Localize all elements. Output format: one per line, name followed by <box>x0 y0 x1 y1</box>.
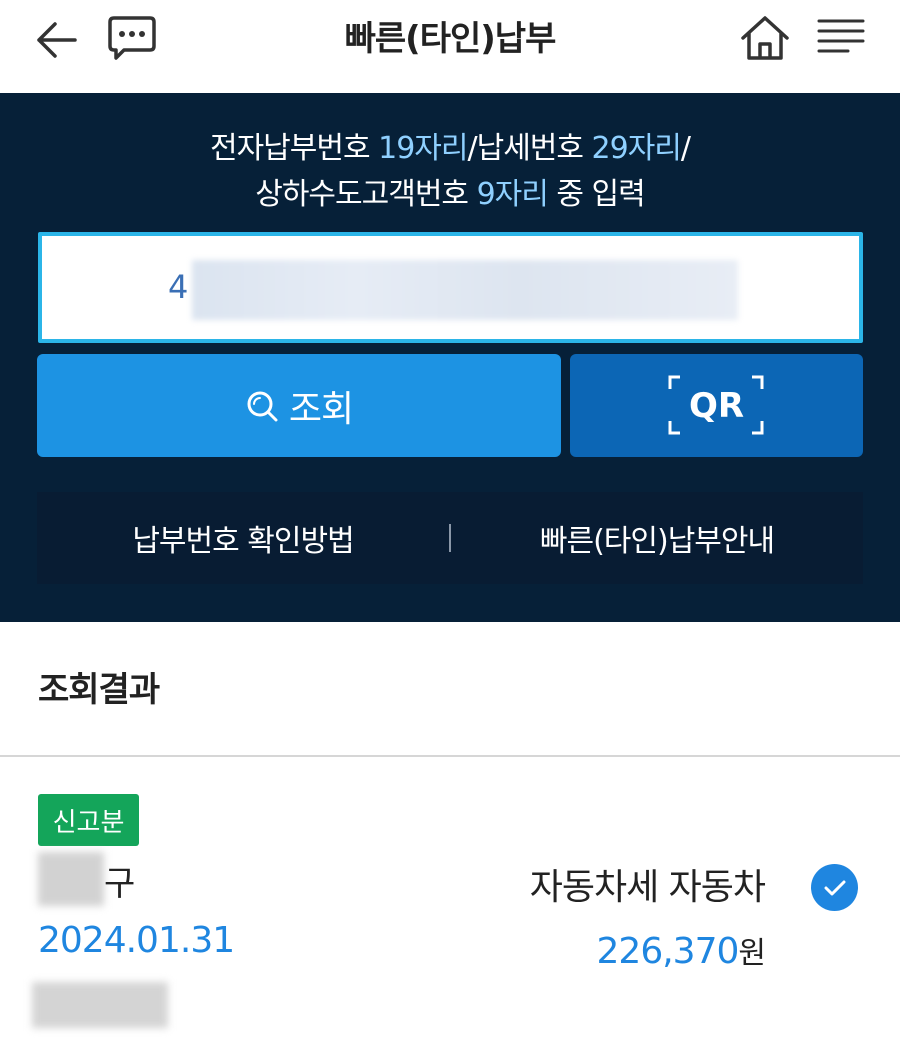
chat-bubble-icon[interactable] <box>104 14 158 62</box>
input-guide-text: 전자납부번호 19자리/납세번호 29자리/ 상하수도고객번호 9자리 중 입력 <box>0 126 900 218</box>
back-arrow-icon[interactable] <box>30 18 80 62</box>
payment-number-input[interactable]: 4 <box>38 232 863 343</box>
quick-pay-guide-link[interactable]: 빠른(타인)납부안내 <box>451 516 863 560</box>
help-links-bar: 납부번호 확인방법 빠른(타인)납부안내 <box>37 492 863 584</box>
input-value: 4 <box>168 268 189 306</box>
region-suffix: 구 <box>104 864 136 904</box>
magnifier-icon <box>245 389 279 423</box>
amount-unit: 원 <box>738 936 766 971</box>
tax-amount: 226,370원 <box>520 928 766 972</box>
tax-type: 자동차세 자동차 <box>529 867 766 908</box>
guide-highlight: 19자리 <box>378 131 468 166</box>
results-title: 조회결과 <box>38 670 160 710</box>
check-circle-icon[interactable] <box>811 864 858 911</box>
guide-text: 중 입력 <box>547 177 645 212</box>
qr-frame-icon <box>668 375 764 435</box>
redacted-region-name <box>38 852 104 906</box>
home-icon[interactable] <box>738 14 792 62</box>
due-date: 2024.01.31 <box>38 920 235 961</box>
hamburger-menu-icon[interactable] <box>814 14 868 58</box>
status-badge: 신고분 <box>38 794 139 846</box>
guide-highlight: 29자리 <box>591 131 682 166</box>
qr-scan-button[interactable]: QR <box>570 354 863 457</box>
guide-line-1: 전자납부번호 19자리/납세번호 29자리/ <box>0 126 900 172</box>
redacted-input-value <box>192 260 738 320</box>
search-button[interactable]: 조회 <box>37 354 561 457</box>
redacted-detail <box>32 982 168 1028</box>
guide-text: 상하수도고객번호 <box>255 177 477 212</box>
app-header: 빠른(타인)납부 <box>0 0 900 93</box>
results-divider <box>0 755 900 757</box>
check-number-link[interactable]: 납부번호 확인방법 <box>37 516 449 560</box>
search-button-label: 조회 <box>288 388 354 430</box>
guide-text: /납세번호 <box>467 131 592 166</box>
amount-value: 226,370 <box>596 931 740 972</box>
guide-text: 전자납부번호 <box>209 131 379 166</box>
guide-text: / <box>680 131 691 166</box>
guide-highlight: 9자리 <box>476 177 549 212</box>
guide-line-2: 상하수도고객번호 9자리 중 입력 <box>0 172 900 218</box>
page-title: 빠른(타인)납부 <box>344 19 557 59</box>
